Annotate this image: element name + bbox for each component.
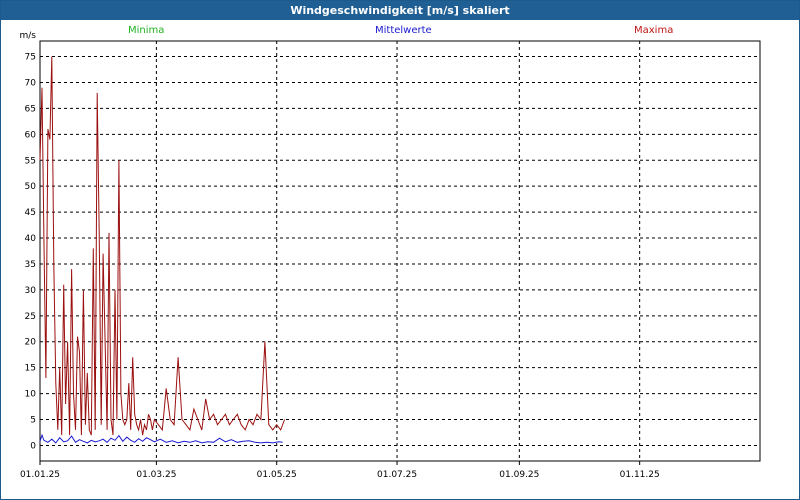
x-tick-label: 01.09.25 [499,470,539,480]
x-tick-label: 01.11.25 [620,470,660,480]
y-tick-label: 70 [25,78,37,88]
x-tick-label: 01.03.25 [136,470,176,480]
y-tick-label: 35 [25,260,36,270]
y-tick-label: 30 [25,286,37,296]
y-tick-label: 25 [25,312,36,322]
y-tick-label: 40 [25,234,37,244]
y-axis-unit: m/s [20,31,37,41]
y-tick-label: 50 [25,182,37,192]
x-tick-label: 01.01.25 [20,470,60,480]
series-line-maxima [39,56,286,436]
plot-area: 0 5 10 15 20 25 30 35 40 45 50 55 60 65 70 75 01.01.25 01… [20,31,761,480]
y-tick-label: 60 [25,130,37,140]
y-tick-label: 20 [25,338,37,348]
y-tick-label: 65 [25,104,36,114]
y-tick-label: 10 [25,390,37,400]
y-tick-label: 75 [25,53,36,63]
x-tick-label: 01.07.25 [377,470,417,480]
plot-frame [39,40,761,462]
series-line-mittelwerte [39,433,283,444]
y-tick-label: 0 [30,441,36,451]
y-tick-label: 55 [25,156,36,166]
x-tick-label: 01.05.25 [257,470,297,480]
y-tick-label: 5 [30,416,36,426]
y-tick-label: 15 [25,364,36,374]
y-tick-label: 45 [25,208,36,218]
